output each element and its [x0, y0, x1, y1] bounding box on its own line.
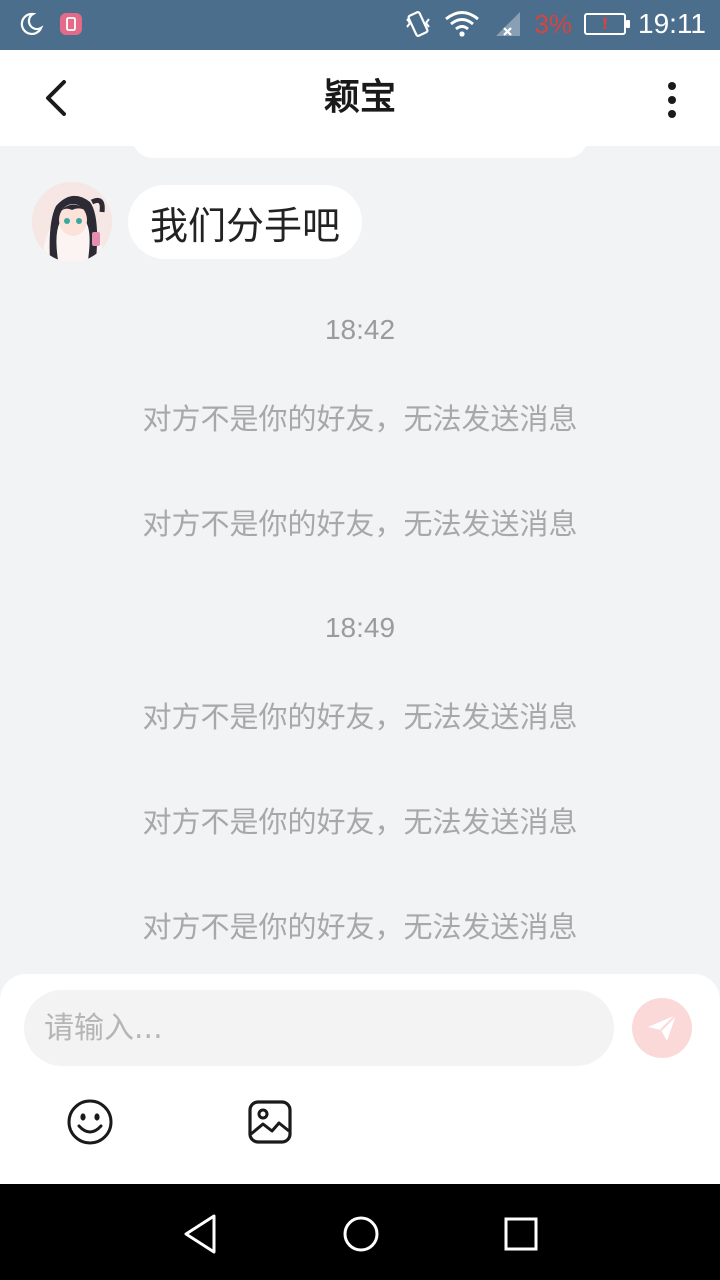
timestamp: 18:42: [324, 314, 396, 345]
status-bar: 3% ! 19:11: [0, 0, 720, 50]
image-icon: [248, 1100, 292, 1144]
timestamp: 18:49: [324, 612, 396, 643]
circle-home-icon: [343, 1216, 379, 1252]
message-input[interactable]: [24, 990, 614, 1066]
square-recents-icon: [504, 1217, 538, 1251]
wifi-icon: [445, 11, 480, 37]
incoming-message: 我们分手吧: [32, 182, 363, 262]
send-button[interactable]: [632, 998, 692, 1058]
system-notice: 对方不是你的好友，无法发送消息: [142, 700, 578, 734]
app-notification-icon: [60, 13, 82, 35]
system-nav-bar: [0, 1184, 720, 1280]
nav-recents-button[interactable]: [499, 1212, 543, 1256]
emoji-button[interactable]: [66, 1098, 114, 1146]
status-right-icons: 3% ! 19:11: [404, 8, 706, 40]
system-notice: 对方不是你的好友，无法发送消息: [142, 507, 578, 541]
message-list[interactable]: 我们分手吧 18:42 对方不是你的好友，无法发送消息 对方不是你的好友，无法发…: [0, 146, 720, 974]
previous-message-bubble: [132, 146, 588, 158]
system-notice: 对方不是你的好友，无法发送消息: [142, 910, 578, 944]
page-title: 颖宝: [323, 77, 396, 118]
nav-back-button[interactable]: [178, 1212, 222, 1256]
avatar[interactable]: [32, 182, 112, 262]
triangle-back-icon: [184, 1214, 216, 1254]
message-bubble[interactable]: 我们分手吧: [128, 185, 363, 259]
battery-icon: !: [584, 13, 630, 35]
system-notice: 对方不是你的好友，无法发送消息: [142, 805, 578, 839]
send-icon: [648, 1014, 677, 1041]
status-left-icons: [18, 11, 84, 37]
more-options-button[interactable]: [652, 78, 692, 122]
signal-icon: [496, 12, 521, 36]
more-vertical-icon: [668, 82, 676, 118]
status-time: 19:11: [638, 8, 706, 39]
chevron-left-icon: [46, 80, 66, 116]
image-button[interactable]: [246, 1098, 294, 1146]
nav-home-button[interactable]: [339, 1212, 383, 1256]
vibrate-icon: [406, 11, 431, 37]
system-notice: 对方不是你的好友，无法发送消息: [142, 402, 578, 436]
emoji-icon: [67, 1099, 113, 1145]
anime-girl-avatar-icon: [32, 182, 112, 262]
back-button[interactable]: [40, 74, 88, 122]
battery-percent: 3%: [534, 8, 572, 39]
composer-panel: [0, 974, 720, 1184]
battery-warning: !: [601, 14, 609, 33]
moon-icon: [20, 12, 44, 35]
chat-header: 颖宝: [0, 50, 720, 146]
